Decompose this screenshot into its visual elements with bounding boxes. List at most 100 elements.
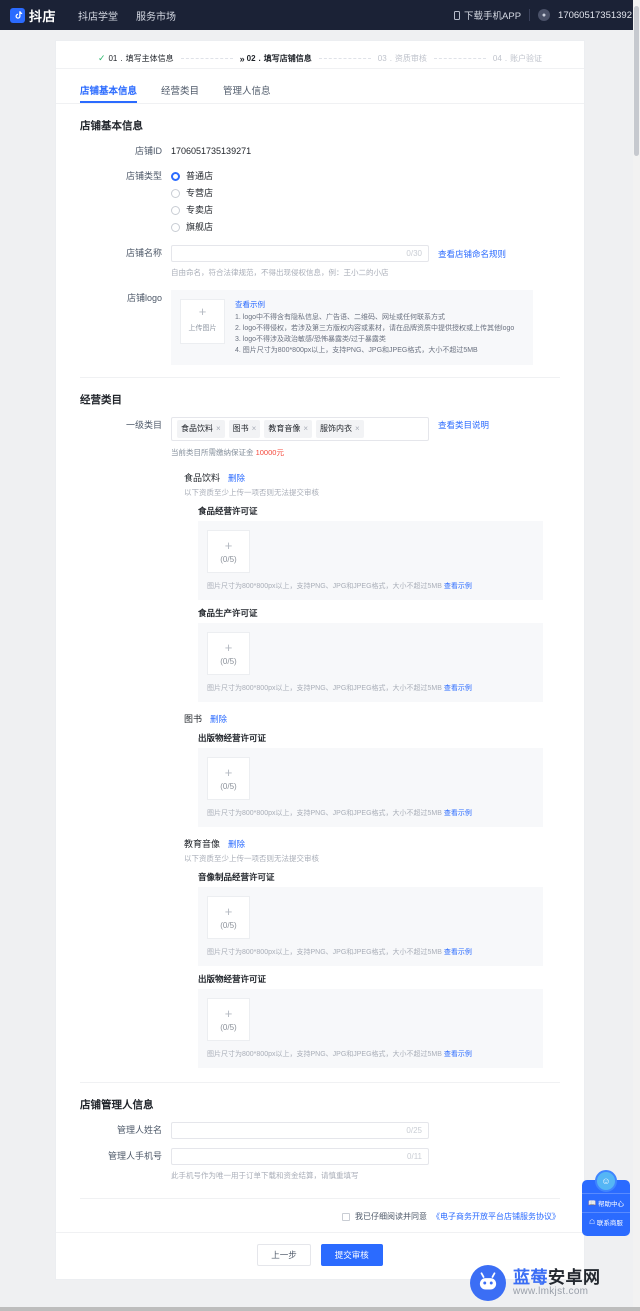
category-tag-label-2: 教育音像 [268, 424, 301, 433]
category-tag[interactable]: 服饰内衣 × [316, 420, 364, 438]
tab-categories[interactable]: 经营类目 [161, 83, 199, 103]
step-3-index: 03 [377, 54, 387, 63]
category-group-name: 食品饮料 [184, 473, 221, 483]
manager-phone-field: 0/11 此手机号作为唯一用于订单下载和资金结算，请慎重填写 [171, 1148, 560, 1184]
help-book-icon: 📖 [587, 1200, 597, 1207]
tab-manager[interactable]: 管理人信息 [223, 83, 271, 103]
logo-example-link[interactable]: 查看示例 [235, 299, 514, 310]
manager-name-label: 管理人姓名 [116, 1125, 162, 1135]
contact-service-item[interactable]: ☖ 联系商服 [582, 1212, 630, 1231]
field-manager-name: 管理人姓名 0/25 [56, 1122, 560, 1139]
step-2-index: 02 [246, 54, 256, 63]
avatar[interactable]: ● [538, 9, 551, 21]
manager-phone-hint: 此手机号作为唯一用于订单下载和资金结算，请慎重填写 [171, 1171, 359, 1180]
upload-hint-text: 图片尺寸为800*800px以上，支持PNG、JPG和JPEG格式，大小不超过5… [207, 1051, 442, 1058]
agreement-link[interactable]: 《电子商务开放平台店铺服务协议》 [432, 1211, 560, 1222]
previous-step-button[interactable]: 上一步 [257, 1244, 311, 1266]
radio-option-zhuyingdian[interactable]: 专营店 [171, 185, 560, 201]
qualification-upload-button[interactable]: + (0/5) [207, 632, 250, 675]
plus-icon: + [224, 903, 233, 919]
shop-name-input[interactable]: 0/30 [171, 245, 429, 262]
step-connector-1 [180, 58, 233, 59]
brand-logo[interactable]: 抖店 [10, 6, 56, 25]
step-2-label: 填写店铺信息 [263, 54, 312, 63]
username-label[interactable]: 17060517351392 [558, 10, 632, 21]
qualification-upload-button[interactable]: + (0/5) [207, 896, 250, 939]
logo-rule-1: 1. logo中不得含有隐私信息、广告语、二维码、网址或任何联系方式 [235, 314, 446, 321]
category-group-education: 教育音像 删除 以下资质至少上传一项否则无法提交审核 音像制品经营许可证 + (… [56, 837, 584, 1068]
floating-help-widget[interactable]: ☺ 📖 帮助中心 ☖ 联系商服 [582, 1170, 630, 1236]
shop-name-label: 店铺名称 [125, 248, 162, 258]
category-tag[interactable]: 图书 × [228, 420, 261, 438]
page-scrollbar[interactable] [633, 0, 640, 1311]
download-app-button[interactable]: 下载手机APP [454, 8, 521, 22]
upload-hint: 图片尺寸为800*800px以上，支持PNG、JPG和JPEG格式，大小不超过5… [207, 947, 534, 957]
watermark: 蓝莓安卓网 www.lmkjst.com [460, 1255, 640, 1311]
agreement-checkbox[interactable] [342, 1212, 350, 1221]
close-icon[interactable]: × [216, 421, 221, 437]
category-group-food: 食品饮料 删除 以下资质至少上传一项否则无法提交审核 食品经营许可证 + (0/… [56, 471, 584, 702]
close-icon[interactable]: × [252, 421, 257, 437]
shop-name-rule-link[interactable]: 查看店铺命名规则 [438, 246, 506, 262]
qualification-title: 食品生产许可证 [198, 608, 258, 618]
qualification-upload-button[interactable]: + (0/5) [207, 998, 250, 1041]
delete-category-link[interactable]: 删除 [210, 713, 227, 725]
download-app-label: 下载手机APP [464, 11, 522, 22]
radio-label-3: 旗舰店 [186, 222, 214, 232]
help-center-item[interactable]: 📖 帮助中心 [582, 1193, 630, 1212]
example-link[interactable]: 查看示例 [444, 949, 472, 956]
manager-name-input[interactable]: 0/25 [171, 1122, 429, 1139]
scrollbar-thumb[interactable] [634, 6, 639, 156]
radio-icon-1 [171, 188, 180, 198]
qualification-upload-panel: + (0/5) 图片尺寸为800*800px以上，支持PNG、JPG和JPEG格… [198, 521, 543, 600]
radio-label-0: 普通店 [186, 171, 214, 181]
qualification-upload-button[interactable]: + (0/5) [207, 530, 250, 573]
step-4[interactable]: 04. 账户验证 [493, 53, 542, 64]
nav-item-academy[interactable]: 抖店学堂 [78, 8, 118, 23]
watermark-site-name: 蓝莓安卓网 [513, 1268, 601, 1287]
submit-review-button[interactable]: 提交审核 [320, 1244, 383, 1266]
support-avatar-icon: ☺ [595, 1170, 617, 1192]
radio-option-qijiandian[interactable]: 旗舰店 [171, 219, 560, 235]
category-group-name: 教育音像 [184, 839, 221, 849]
plus-icon: + [224, 1005, 233, 1021]
section-title-category: 经营类目 [80, 394, 122, 406]
delete-category-link[interactable]: 删除 [228, 838, 245, 850]
example-link[interactable]: 查看示例 [444, 1051, 472, 1058]
category-tag-label-1: 图书 [232, 424, 249, 433]
category-tag[interactable]: 教育音像 × [264, 420, 313, 438]
logo-upload-button[interactable]: + 上传图片 [180, 299, 225, 344]
category-tag-label-0: 食品饮料 [181, 424, 213, 433]
step-3[interactable]: 03. 资质审核 [378, 53, 427, 64]
close-icon[interactable]: × [355, 421, 360, 437]
tab-shop-basic[interactable]: 店铺基本信息 [80, 83, 138, 103]
category-tag[interactable]: 食品饮料 × [177, 420, 225, 438]
qualification-upload-button[interactable]: + (0/5) [207, 757, 250, 800]
qualification-upload-panel: + (0/5) 图片尺寸为800*800px以上，支持PNG、JPG和JPEG格… [198, 748, 543, 827]
shop-id-value: 1706051735139271 [171, 146, 252, 156]
category-explain-link[interactable]: 查看类目说明 [438, 417, 489, 433]
category-group-books: 图书 删除 出版物经营许可证 + (0/5) 图片尺寸为800*800px以上，… [56, 712, 584, 827]
example-link[interactable]: 查看示例 [444, 685, 472, 692]
main-card: ✓ 01. 填写主体信息 » 02. 填写店铺信息 03. 资质审核 04. 账… [55, 40, 585, 1280]
manager-phone-input[interactable]: 0/11 [171, 1148, 429, 1165]
radio-option-zhuanmaidian[interactable]: 专卖店 [171, 202, 560, 218]
step-1[interactable]: ✓ 01. 填写主体信息 [98, 53, 174, 64]
upload-counter: (0/5) [220, 554, 237, 564]
upload-hint-text: 图片尺寸为800*800px以上，支持PNG、JPG和JPEG格式，大小不超过5… [207, 810, 442, 817]
radio-icon-2 [171, 205, 180, 215]
delete-category-link[interactable]: 删除 [228, 472, 245, 484]
category-tag-input[interactable]: 食品饮料 × 图书 × 教育音像 × 服饰内衣 × [171, 417, 429, 441]
example-link[interactable]: 查看示例 [444, 810, 472, 817]
nav-item-service-market[interactable]: 服务市场 [136, 8, 176, 23]
qualification-title: 出版物经营许可证 [198, 974, 267, 984]
deposit-amount: 10000元 [255, 448, 284, 457]
qualification-upload-panel: + (0/5) 图片尺寸为800*800px以上，支持PNG、JPG和JPEG格… [198, 623, 543, 702]
step-2[interactable]: » 02. 填写店铺信息 [240, 53, 312, 64]
close-icon[interactable]: × [303, 421, 308, 437]
radio-option-putongdian[interactable]: 普通店 [171, 168, 560, 184]
watermark-url: www.lmkjst.com [513, 1285, 589, 1297]
example-link[interactable]: 查看示例 [444, 583, 472, 590]
step-4-label: 账户验证 [510, 54, 543, 63]
step-1-index: 01 [108, 54, 118, 63]
